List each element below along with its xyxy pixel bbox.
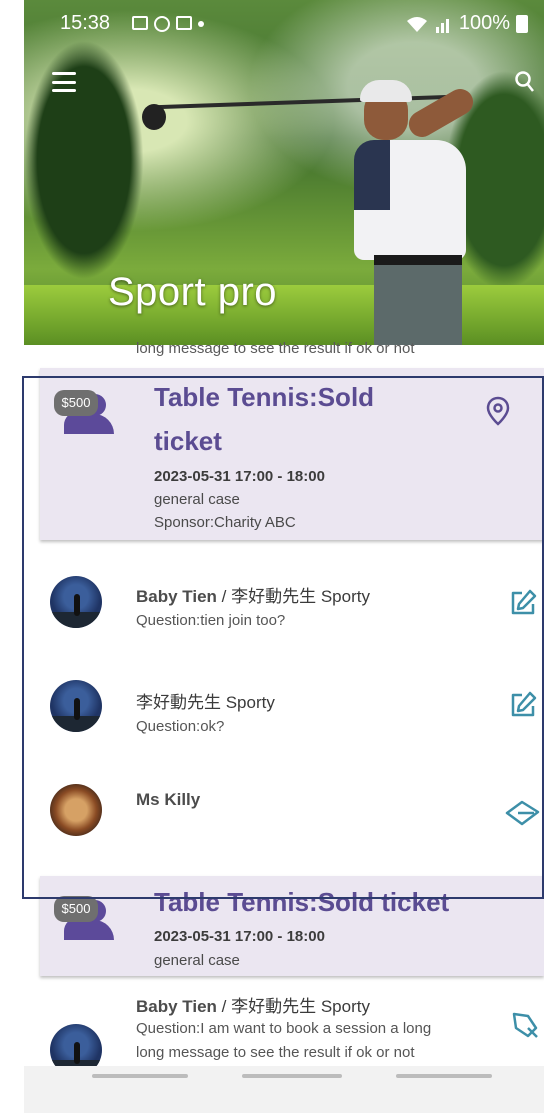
app-notification-icon — [176, 16, 192, 30]
status-time: 15:38 — [60, 12, 111, 34]
battery-percent: 100% — [458, 12, 510, 34]
message-sender: Baby Tien / 李好動先生 Sporty — [136, 587, 370, 606]
event-card[interactable]: $500 Table Tennis:Sold ticket 2023-05-31… — [40, 876, 544, 976]
location-pin-icon[interactable] — [486, 396, 510, 426]
avatar[interactable] — [50, 784, 102, 836]
page-title: Sport pro — [108, 270, 278, 314]
nav-handle[interactable] — [242, 1074, 342, 1078]
nav-handle[interactable] — [396, 1074, 492, 1078]
event-sponsor: Sponsor:Charity ABC — [154, 514, 296, 531]
message-sender: Ms Killy — [136, 790, 201, 809]
list-item-partial: long message to see the result if ok or … — [136, 340, 415, 357]
bottom-nav-bar — [24, 1066, 544, 1113]
sync-notification-icon — [154, 16, 170, 32]
event-title: Table Tennis:Sold — [154, 382, 375, 412]
golfer-figure — [344, 70, 494, 345]
hero-banner — [24, 0, 544, 345]
message-question: Question:I am want to book a session a l… — [136, 1020, 432, 1037]
hero-tree — [24, 40, 144, 280]
cursor-edit-icon[interactable] — [510, 1010, 540, 1040]
event-category: general case — [154, 952, 240, 969]
golf-club-head — [142, 104, 166, 130]
reply-icon[interactable] — [504, 798, 540, 828]
avatar[interactable] — [50, 576, 102, 628]
gallery-notification-icon — [132, 16, 148, 30]
search-icon[interactable] — [514, 70, 534, 94]
message-question: Question:tien join too? — [136, 612, 286, 629]
more-notifications-icon — [198, 21, 204, 27]
battery-icon — [516, 14, 528, 33]
wifi-icon — [406, 16, 427, 32]
status-bar: 15:38 100% — [24, 10, 544, 40]
event-date: 2023-05-31 17:00 - 18:00 — [154, 928, 325, 945]
signal-icon — [435, 18, 449, 33]
event-title: Table Tennis:Sold ticket — [154, 887, 450, 917]
nav-handle[interactable] — [92, 1074, 188, 1078]
edit-icon[interactable] — [508, 588, 538, 618]
avatar[interactable] — [50, 680, 102, 732]
message-question-cont: long message to see the result if ok or … — [136, 1044, 415, 1061]
message-sender: Baby Tien / 李好動先生 Sporty — [136, 997, 370, 1016]
price-badge: $500 — [54, 896, 98, 922]
event-date: 2023-05-31 17:00 - 18:00 — [154, 468, 325, 485]
menu-icon[interactable] — [52, 72, 76, 92]
message-sender: 李好動先生 Sporty — [136, 693, 275, 712]
event-title-cont: ticket — [154, 426, 222, 456]
message-question: Question:ok? — [136, 718, 225, 735]
edit-icon[interactable] — [508, 690, 538, 720]
price-badge: $500 — [54, 390, 98, 416]
event-card[interactable]: $500 Table Tennis:Sold ticket 2023-05-31… — [40, 368, 544, 540]
event-category: general case — [154, 491, 240, 508]
